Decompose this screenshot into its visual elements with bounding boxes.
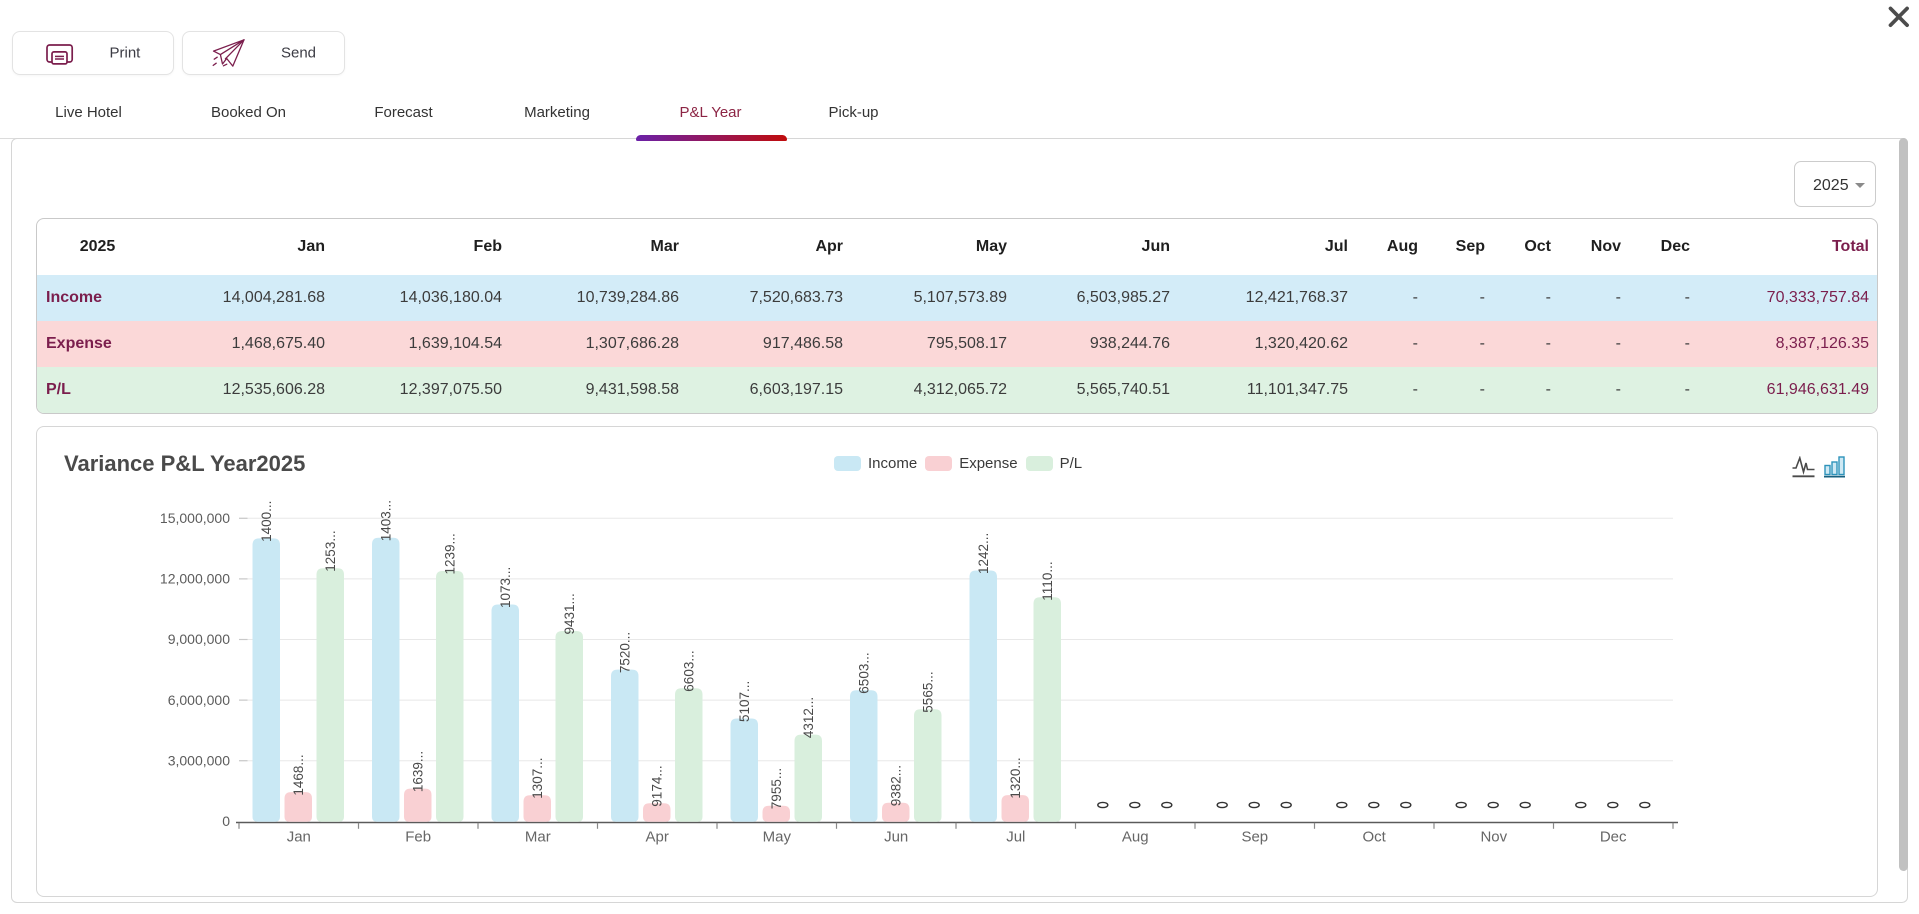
svg-text:1403...: 1403...: [379, 500, 394, 541]
svg-text:9431...: 9431...: [562, 593, 577, 634]
svg-text:5107...: 5107...: [737, 681, 752, 722]
svg-text:1242...: 1242...: [976, 533, 991, 574]
svg-text:Jun: Jun: [884, 829, 908, 846]
svg-text:9382...: 9382...: [889, 765, 904, 806]
svg-text:0: 0: [222, 813, 230, 829]
svg-text:Jul: Jul: [1006, 829, 1025, 846]
svg-text:9174...: 9174...: [650, 765, 665, 806]
svg-text:Sep: Sep: [1241, 829, 1268, 846]
svg-text:15,000,000: 15,000,000: [160, 510, 230, 526]
svg-text:1468...: 1468...: [291, 754, 306, 795]
svg-text:1320...: 1320...: [1008, 757, 1023, 798]
svg-text:1400...: 1400...: [259, 501, 274, 542]
svg-text:1307...: 1307...: [530, 758, 545, 799]
svg-text:May: May: [763, 829, 792, 846]
svg-text:1110...: 1110...: [1040, 561, 1055, 600]
svg-text:Oct: Oct: [1363, 829, 1387, 846]
svg-text:Feb: Feb: [405, 829, 431, 846]
svg-text:Jan: Jan: [287, 829, 311, 846]
svg-text:Apr: Apr: [646, 829, 669, 846]
svg-text:6503...: 6503...: [857, 652, 872, 693]
svg-text:4312...: 4312...: [801, 697, 816, 738]
svg-text:1073...: 1073...: [498, 567, 513, 608]
svg-text:Dec: Dec: [1600, 829, 1627, 846]
svg-text:3,000,000: 3,000,000: [168, 752, 230, 768]
svg-text:1639...: 1639...: [411, 751, 426, 792]
svg-text:5565...: 5565...: [921, 671, 936, 712]
svg-text:Nov: Nov: [1480, 829, 1507, 846]
svg-text:6,000,000: 6,000,000: [168, 692, 230, 708]
svg-text:1239...: 1239...: [443, 533, 458, 574]
svg-text:7955...: 7955...: [769, 768, 784, 809]
svg-text:6603...: 6603...: [682, 650, 697, 691]
svg-text:7520...: 7520...: [618, 632, 633, 673]
svg-text:9,000,000: 9,000,000: [168, 631, 230, 647]
svg-text:Mar: Mar: [525, 829, 551, 846]
svg-text:1253...: 1253...: [323, 530, 338, 571]
svg-text:Aug: Aug: [1122, 829, 1149, 846]
svg-text:12,000,000: 12,000,000: [160, 571, 230, 587]
